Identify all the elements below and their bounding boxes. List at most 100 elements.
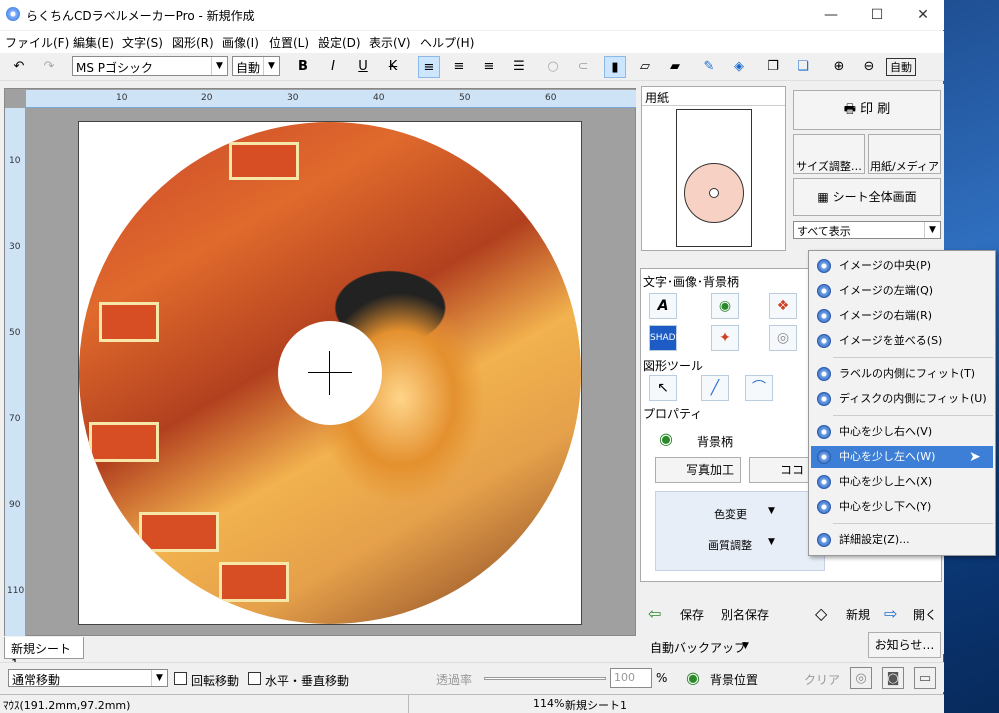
open-button[interactable]: 開く	[913, 606, 937, 623]
paper-preview[interactable]: 用紙	[641, 86, 786, 251]
menu-file[interactable]: ファイル(F)	[5, 34, 69, 51]
disc-tool-icon[interactable]: ◎	[769, 325, 797, 351]
save-button[interactable]: 保存	[680, 606, 704, 623]
color-change-button[interactable]: 色変更	[714, 506, 747, 522]
arrow-right-disc-icon	[817, 425, 831, 439]
new-button[interactable]: 新規	[846, 606, 870, 623]
hv-move-checkbox[interactable]	[248, 672, 261, 685]
chevron-down-icon: ▼	[924, 222, 940, 238]
display-mode-icon[interactable]: ◎	[850, 667, 872, 689]
menu-item-center-down[interactable]: 中心を少し下へ(Y)	[811, 496, 993, 518]
slant-text-icon[interactable]: ▱	[634, 56, 656, 78]
bg-position-icon: ◉	[686, 668, 700, 687]
clear-button[interactable]: クリア	[804, 671, 840, 688]
circle-text-icon[interactable]: ○	[542, 56, 564, 78]
undo-icon[interactable]: ↶	[8, 56, 30, 78]
new-doc-icon[interactable]: ◇	[815, 604, 827, 623]
font-select[interactable]: MS Pゴシック ▼	[72, 56, 228, 76]
menu-position[interactable]: 位置(L)	[269, 34, 309, 51]
sheet-icon: ▦	[817, 190, 833, 204]
font-value: MS Pゴシック	[76, 61, 154, 75]
photo-edit-button[interactable]: 写真加工	[655, 457, 741, 483]
menu-separator	[833, 357, 993, 358]
select-arrow-icon[interactable]: ↖	[649, 375, 677, 401]
underline-button[interactable]: U	[352, 56, 374, 78]
open-icon[interactable]: ⇨	[884, 604, 897, 623]
maximize-button[interactable]: ☐	[854, 0, 900, 30]
print-button[interactable]: 🖶 印 刷	[793, 90, 941, 130]
minimize-button[interactable]: —	[808, 0, 854, 30]
align-center-icon[interactable]: ≡	[448, 56, 470, 78]
menu-edit[interactable]: 編集(E)	[73, 34, 114, 51]
close-button[interactable]: ✕	[900, 0, 946, 30]
text-tool-icon[interactable]: A	[649, 293, 677, 319]
display-mode-icon[interactable]: ◙	[882, 667, 904, 689]
sheet-full-button[interactable]: ▦ シート全体画面	[793, 178, 941, 216]
bring-front-icon[interactable]: ❐	[762, 56, 784, 78]
vertical-text-icon[interactable]: ▮	[604, 56, 626, 78]
size-adjust-button[interactable]: サイズ調整…	[793, 134, 865, 174]
quality-adjust-button[interactable]: 画質調整	[708, 537, 752, 553]
menu-settings[interactable]: 設定(D)	[318, 34, 361, 51]
italic-slant-icon[interactable]: ▰	[664, 56, 686, 78]
title-bar: らくちんCDラベルメーカーPro - 新規作成 — ☐ ✕	[0, 0, 944, 30]
printer-icon: 🖶	[843, 102, 861, 117]
save-icon[interactable]: ⇦	[648, 604, 661, 623]
menu-item-image-tile[interactable]: イメージを並べる(S)	[811, 330, 993, 352]
menu-text[interactable]: 文字(S)	[122, 34, 163, 51]
rotate-move-checkbox[interactable]	[174, 672, 187, 685]
arrow-down-disc-icon	[817, 500, 831, 514]
menu-item-center-right[interactable]: 中心を少し右へ(V)	[811, 421, 993, 443]
word-art-icon[interactable]: ✦	[711, 325, 739, 351]
ruler-label: 70	[9, 414, 21, 424]
auto-zoom-button[interactable]: 自動	[886, 58, 916, 76]
menu-shape[interactable]: 図形(R)	[172, 34, 214, 51]
menu-item-image-right[interactable]: イメージの右端(R)	[811, 305, 993, 327]
zoom-out-icon[interactable]: ⊖	[858, 56, 880, 78]
mouse-cursor-icon: ➤	[969, 449, 981, 465]
menu-item-detail-settings[interactable]: 詳細設定(Z)...	[811, 529, 993, 551]
menu-view[interactable]: 表示(V)	[369, 34, 411, 51]
menu-image[interactable]: 画像(I)	[222, 34, 259, 51]
menu-item-center-left[interactable]: 中心を少し左へ(W) ➤	[811, 446, 993, 468]
save-as-button[interactable]: 別名保存	[721, 606, 769, 623]
arc-text-icon[interactable]: ⊂	[572, 56, 594, 78]
view-select[interactable]: すべて表示 ▼	[793, 221, 941, 239]
menu-help[interactable]: ヘルプ(H)	[420, 34, 474, 51]
menu-item-image-center[interactable]: イメージの中央(P)	[811, 255, 993, 277]
paper-media-button[interactable]: 用紙/メディア	[868, 134, 941, 174]
menu-item-fit-disc[interactable]: ディスクの内側にフィット(U)	[811, 388, 993, 410]
align-left-icon[interactable]: ≡	[418, 56, 440, 78]
align-justify-icon[interactable]: ☰	[508, 56, 530, 78]
fill-color-icon[interactable]: ◈	[728, 56, 750, 78]
zoom-in-icon[interactable]: ⊕	[828, 56, 850, 78]
auto-backup-button[interactable]: 自動バックアップ	[650, 639, 746, 656]
pen-color-icon[interactable]: ✎	[698, 56, 720, 78]
sheet-tab[interactable]: 新規シート1	[4, 637, 84, 671]
redo-icon[interactable]: ↷	[38, 56, 60, 78]
send-back-icon[interactable]: ❏	[792, 56, 814, 78]
bg-pattern-icon[interactable]: ❖	[769, 293, 797, 319]
rotate-move-label: 回転移動	[191, 674, 240, 688]
notice-button[interactable]: お知らせ…	[868, 632, 941, 658]
ruler-icon[interactable]: ▭	[914, 667, 936, 689]
strike-button[interactable]: K	[382, 56, 404, 78]
koko-button[interactable]: ココ	[749, 457, 809, 483]
opacity-slider[interactable]	[484, 677, 606, 680]
bg-position-button[interactable]: 背景位置	[710, 671, 758, 688]
size-select[interactable]: 自動 ▼	[232, 56, 280, 76]
shade-tool-button[interactable]: SHADE	[649, 325, 681, 351]
curve-tool-icon[interactable]: ⌒	[745, 375, 773, 401]
move-mode-select[interactable]: 通常移動 ▼	[8, 669, 168, 687]
opacity-input[interactable]: 100	[610, 668, 652, 688]
bold-button[interactable]: B	[292, 56, 314, 78]
menu-item-image-left[interactable]: イメージの左端(Q)	[811, 280, 993, 302]
ruler-label: 10	[116, 93, 128, 103]
image-tool-icon[interactable]: ◉	[711, 293, 739, 319]
menu-item-center-up[interactable]: 中心を少し上へ(X)	[811, 471, 993, 493]
align-right-icon[interactable]: ≡	[478, 56, 500, 78]
italic-button[interactable]: I	[322, 56, 344, 78]
size-value: 自動	[236, 61, 261, 75]
line-tool-icon[interactable]: ╱	[701, 375, 729, 401]
menu-item-fit-label[interactable]: ラベルの内側にフィット(T)	[811, 363, 993, 385]
